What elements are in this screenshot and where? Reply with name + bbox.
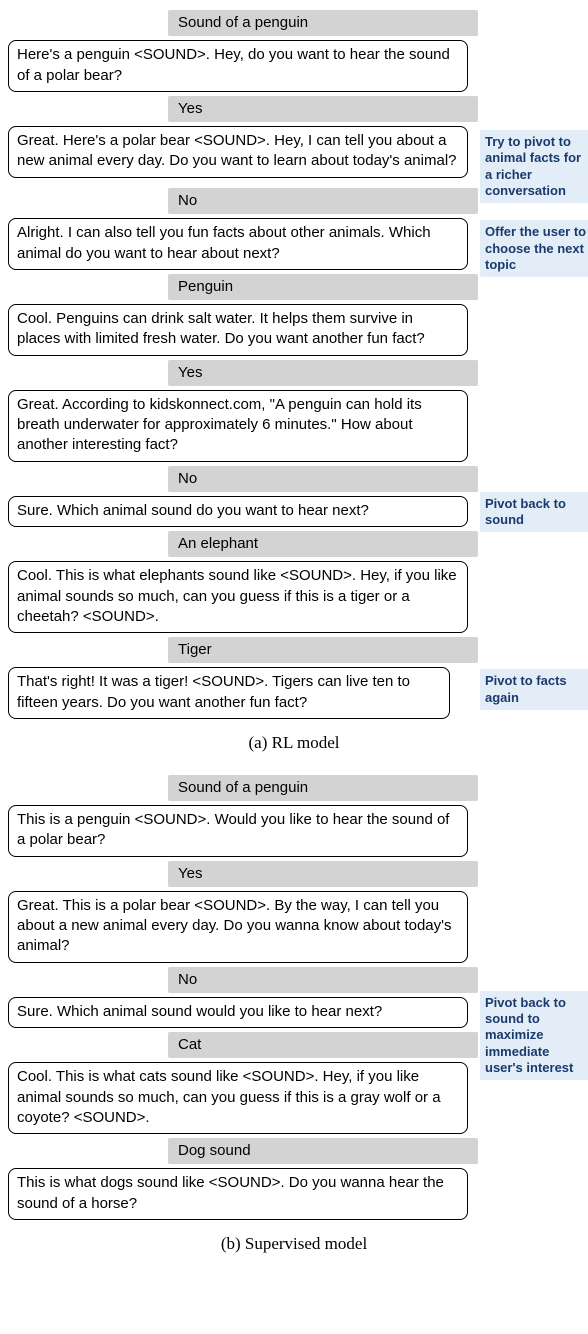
user-bubble: No: [168, 188, 478, 214]
user-turn: Cat: [8, 1032, 478, 1058]
bot-turn: Great. This is a polar bear <SOUND>. By …: [8, 891, 478, 963]
user-bubble: No: [168, 967, 478, 993]
panel-a-caption: (a) RL model: [0, 733, 588, 753]
bot-turn: Great. Here's a polar bear <SOUND>. Hey,…: [8, 126, 478, 184]
user-turn: Yes: [8, 861, 478, 887]
figure-page: Sound of a penguin Here's a penguin <SOU…: [0, 0, 588, 1296]
user-bubble: Tiger: [168, 637, 478, 663]
user-turn: Yes: [8, 96, 478, 122]
panel-b-dialog: Sound of a penguin This is a penguin <SO…: [8, 775, 478, 1220]
panel-b-caption: (b) Supervised model: [0, 1234, 588, 1254]
user-bubble: Sound of a penguin: [168, 10, 478, 36]
bot-bubble: Great. Here's a polar bear <SOUND>. Hey,…: [8, 126, 468, 178]
bot-turn: Here's a penguin <SOUND>. Hey, do you wa…: [8, 40, 478, 92]
user-turn: An elephant: [8, 531, 478, 557]
user-bubble: Sound of a penguin: [168, 775, 478, 801]
bot-bubble: Here's a penguin <SOUND>. Hey, do you wa…: [8, 40, 468, 92]
user-turn: Penguin: [8, 274, 478, 300]
bot-bubble: Cool. This is what cats sound like <SOUN…: [8, 1062, 468, 1134]
bot-bubble: This is a penguin <SOUND>. Would you lik…: [8, 805, 468, 857]
user-bubble: Yes: [168, 96, 478, 122]
user-bubble: Yes: [168, 861, 478, 887]
bot-bubble: Cool. This is what elephants sound like …: [8, 561, 468, 633]
user-turn: Sound of a penguin: [8, 10, 478, 36]
annotation: Offer the user to choose the next topic: [480, 220, 588, 277]
bot-bubble: This is what dogs sound like <SOUND>. Do…: [8, 1168, 468, 1220]
annotation: Pivot to facts again: [480, 669, 588, 710]
annotation: Pivot back to sound: [480, 492, 588, 533]
user-turn: Tiger: [8, 637, 478, 663]
bot-turn: Cool. Penguins can drink salt water. It …: [8, 304, 478, 356]
bot-bubble: Alright. I can also tell you fun facts a…: [8, 218, 468, 270]
bot-turn: Sure. Which animal sound would you like …: [8, 997, 478, 1028]
user-turn: No: [8, 967, 478, 993]
user-bubble: No: [168, 466, 478, 492]
bot-turn: This is what dogs sound like <SOUND>. Do…: [8, 1168, 478, 1220]
user-turn: Sound of a penguin: [8, 775, 478, 801]
user-bubble: Yes: [168, 360, 478, 386]
user-bubble: Penguin: [168, 274, 478, 300]
user-bubble: Cat: [168, 1032, 478, 1058]
bot-turn: Sure. Which animal sound do you want to …: [8, 496, 478, 527]
user-turn: Dog sound: [8, 1138, 478, 1164]
annotation: Try to pivot to animal facts for a riche…: [480, 130, 588, 203]
user-turn: Yes: [8, 360, 478, 386]
bot-bubble: Great. This is a polar bear <SOUND>. By …: [8, 891, 468, 963]
bot-bubble: Great. According to kidskonnect.com, "A …: [8, 390, 468, 462]
bot-turn: Cool. This is what cats sound like <SOUN…: [8, 1062, 478, 1134]
bot-bubble: That's right! It was a tiger! <SOUND>. T…: [8, 667, 450, 719]
user-turn: No: [8, 188, 478, 214]
bot-bubble: Sure. Which animal sound do you want to …: [8, 496, 468, 527]
user-turn: No: [8, 466, 478, 492]
bot-turn: This is a penguin <SOUND>. Would you lik…: [8, 805, 478, 857]
user-bubble: An elephant: [168, 531, 478, 557]
bot-turn: Cool. This is what elephants sound like …: [8, 561, 478, 633]
bot-turn: Great. According to kidskonnect.com, "A …: [8, 390, 478, 462]
bot-bubble: Cool. Penguins can drink salt water. It …: [8, 304, 468, 356]
bot-turn: Alright. I can also tell you fun facts a…: [8, 218, 478, 270]
bot-bubble: Sure. Which animal sound would you like …: [8, 997, 468, 1028]
annotation: Pivot back to sound to maximize immediat…: [480, 991, 588, 1080]
panel-a-dialog: Sound of a penguin Here's a penguin <SOU…: [8, 10, 478, 719]
bot-turn: That's right! It was a tiger! <SOUND>. T…: [8, 667, 478, 719]
user-bubble: Dog sound: [168, 1138, 478, 1164]
